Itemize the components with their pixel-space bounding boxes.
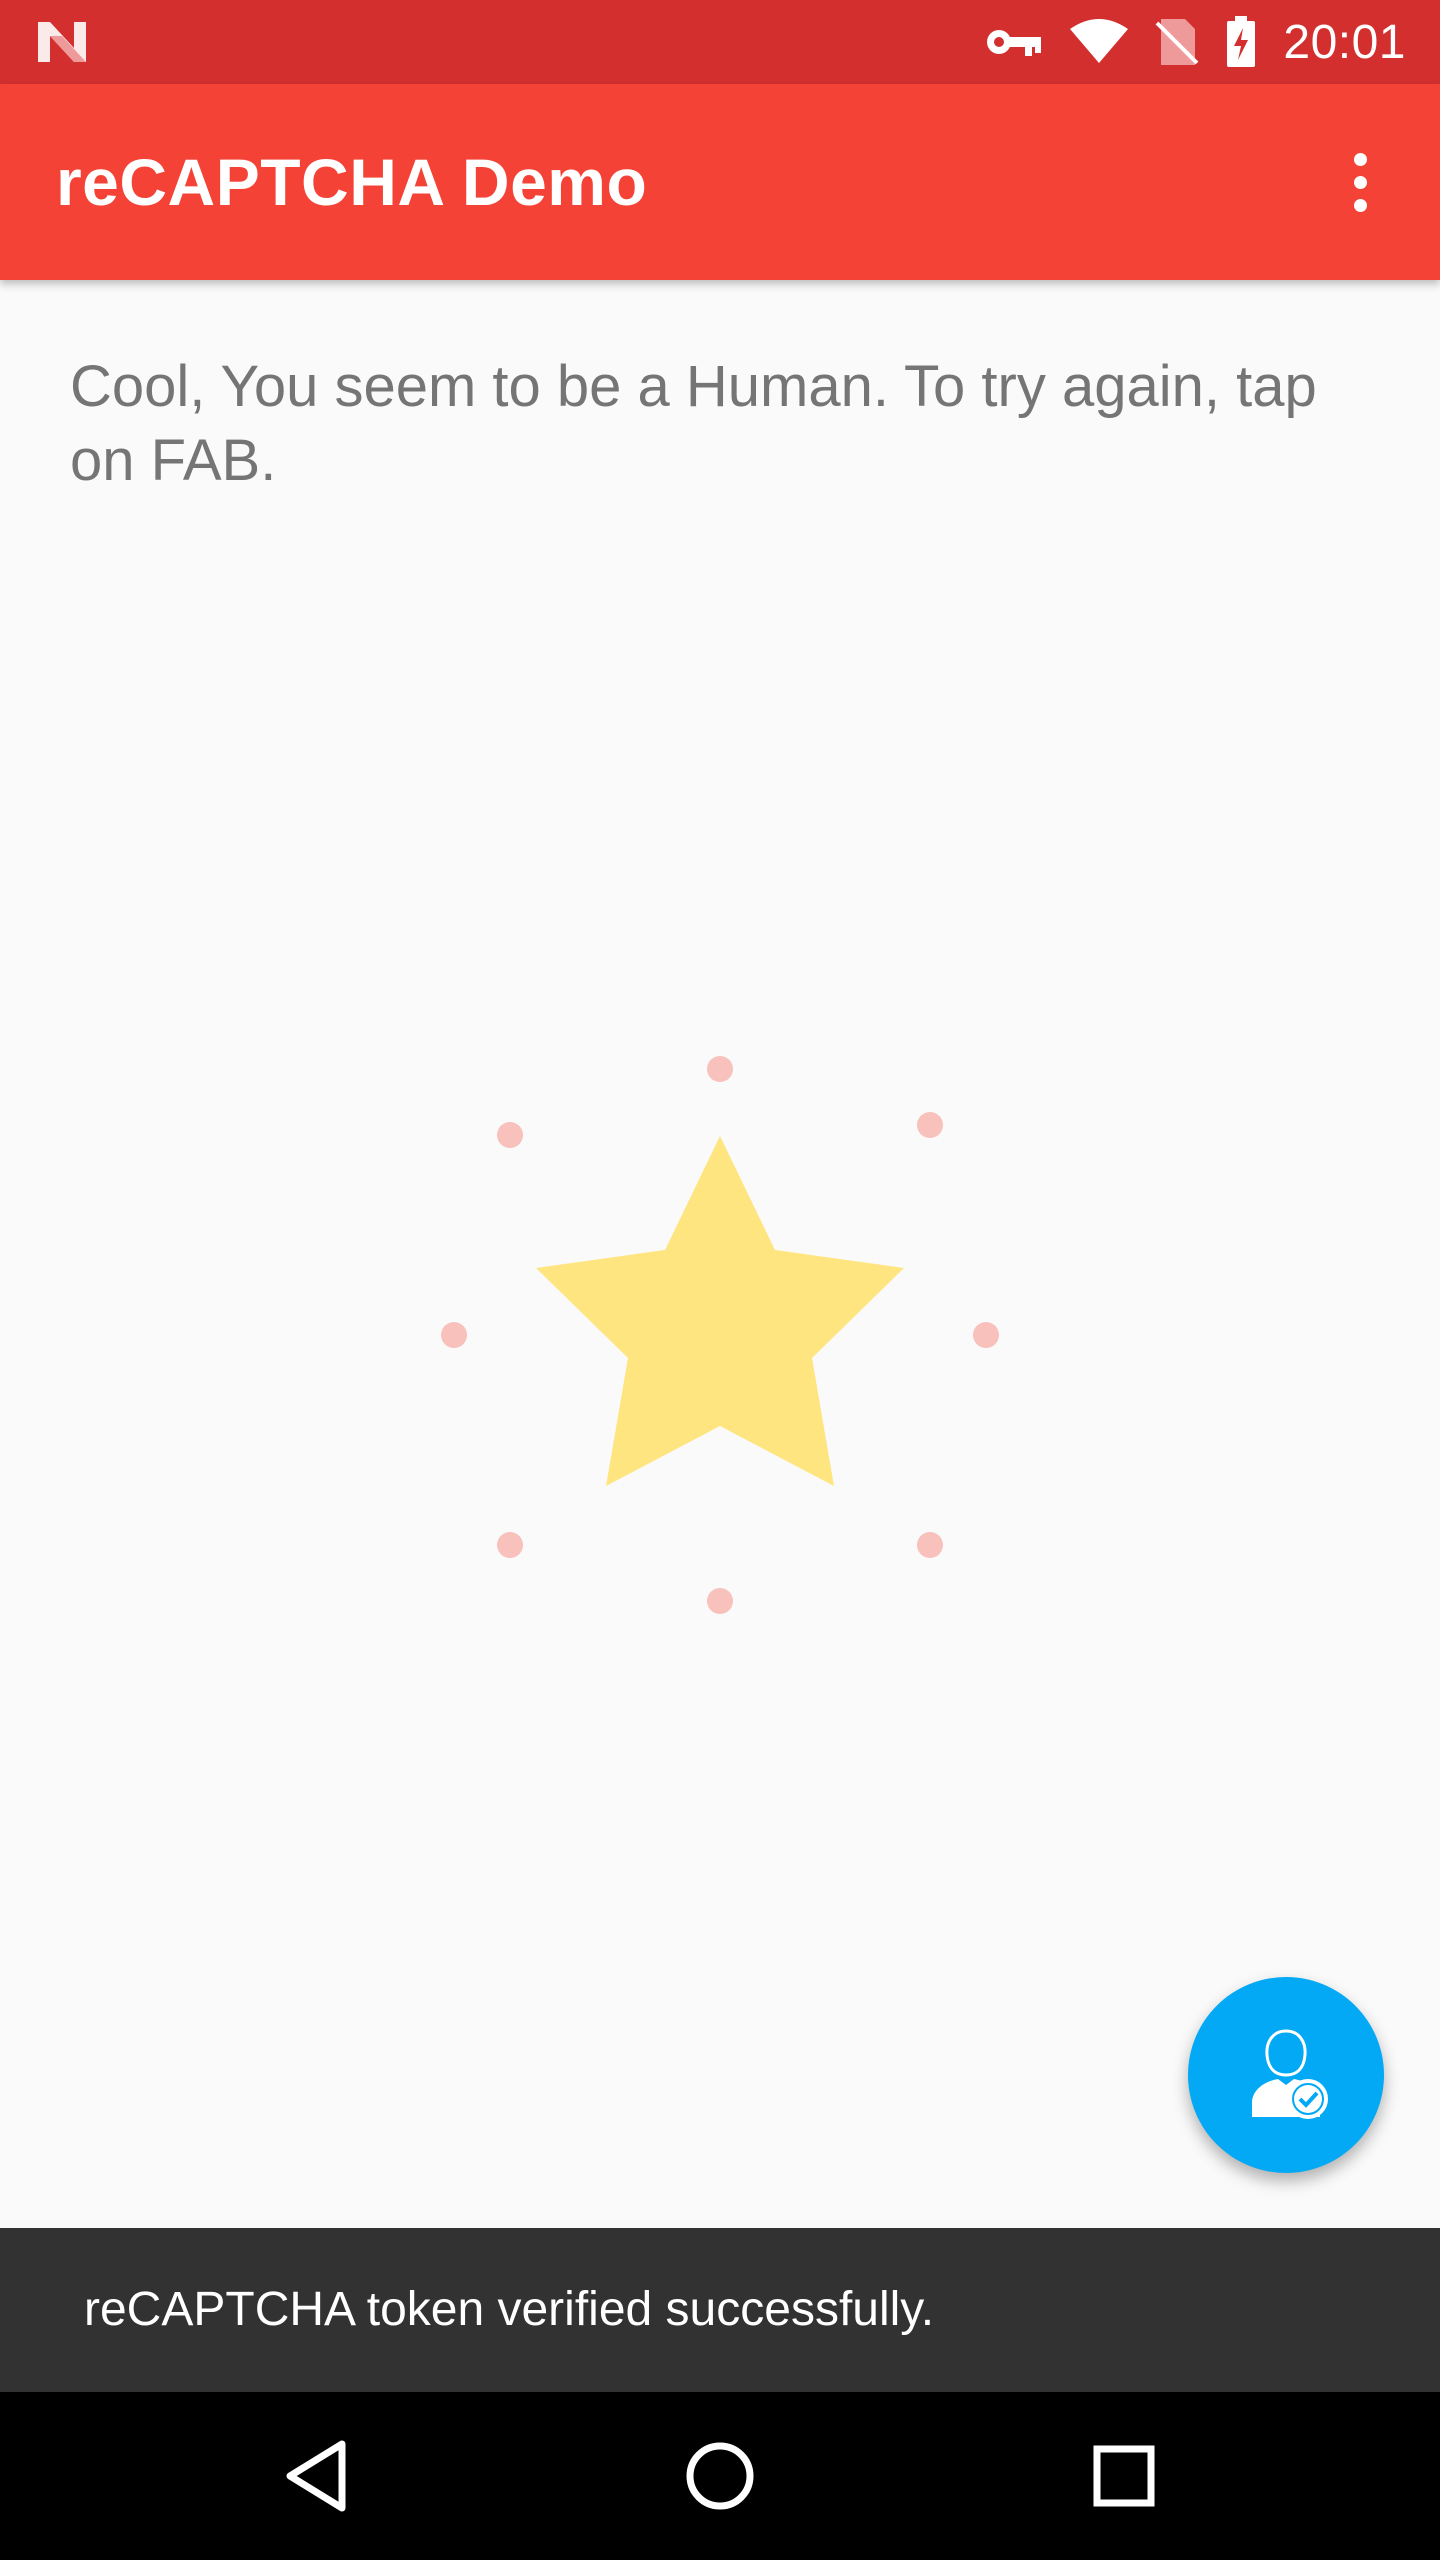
snackbar-text: reCAPTCHA token verified successfully. [84,2283,935,2336]
status-bar: 20:01 [0,0,1440,84]
app-bar: reCAPTCHA Demo [0,84,1440,280]
notification-n-icon [38,22,86,62]
verified-user-icon [1252,2029,1328,2119]
star-shape [536,1136,904,1486]
navigation-bar [0,2392,1440,2560]
more-vert-icon[interactable] [1320,142,1400,222]
star-icon [441,1056,999,1614]
no-sim-icon [1155,19,1199,65]
wifi-icon [1070,19,1129,63]
home-icon[interactable] [670,2426,770,2526]
back-icon[interactable] [266,2426,366,2526]
status-time: 20:01 [1283,15,1406,69]
verify-fab-button[interactable] [1188,1977,1384,2173]
vpn-key-icon [987,30,1042,56]
snackbar: reCAPTCHA token verified successfully. [0,2228,1440,2392]
recents-icon[interactable] [1074,2426,1174,2526]
result-message: Cool, You seem to be a Human. To try aga… [70,354,1317,493]
app-title: reCAPTCHA Demo [56,145,648,219]
battery-charging-icon [1227,16,1256,67]
